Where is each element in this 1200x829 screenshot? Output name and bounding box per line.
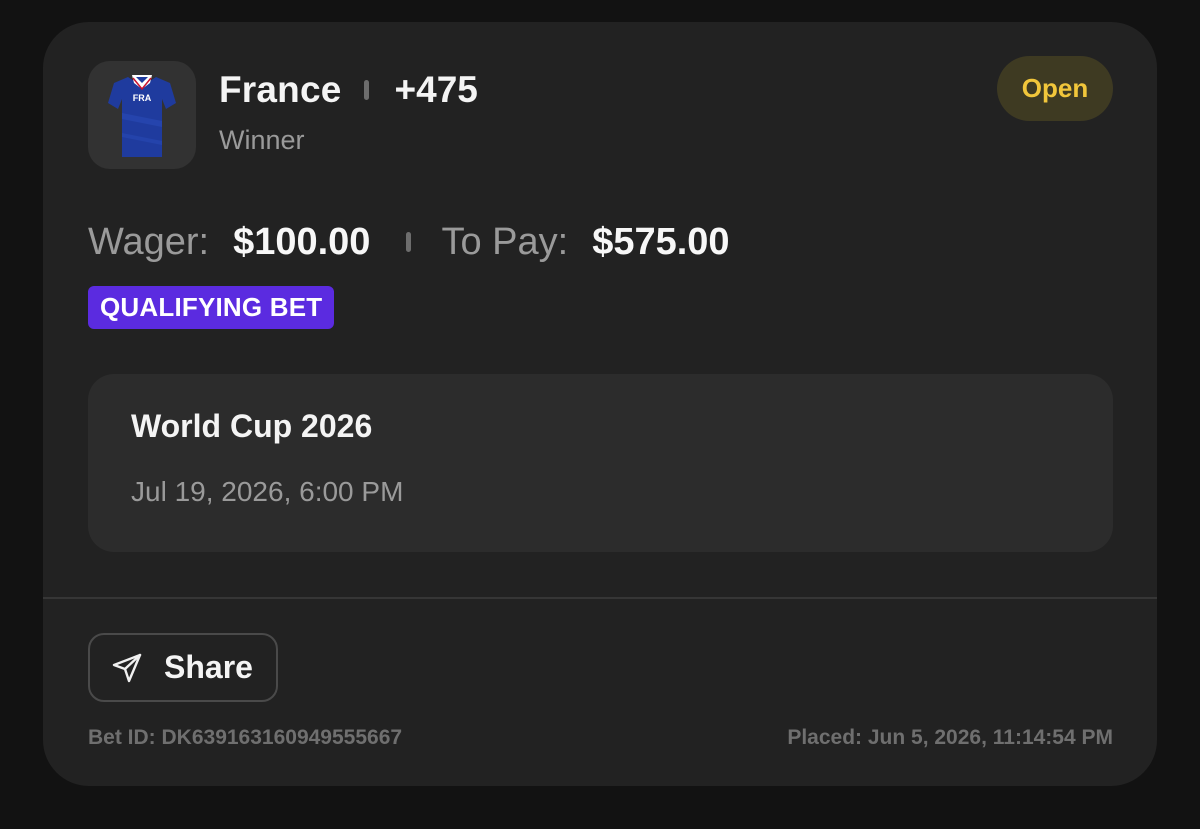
jersey-icon: FRA — [108, 75, 176, 157]
event-box[interactable]: World Cup 2026 Jul 19, 2026, 6:00 PM — [88, 374, 1113, 552]
team-jersey-tile: FRA — [88, 61, 196, 169]
event-name: World Cup 2026 — [131, 408, 373, 444]
share-label: Share — [164, 649, 253, 685]
wager-label: Wager: — [88, 220, 210, 263]
send-icon — [110, 651, 144, 685]
separator — [363, 80, 369, 100]
share-button[interactable]: Share — [88, 633, 278, 702]
market-label: Winner — [219, 125, 305, 155]
team-name: France — [219, 69, 342, 110]
amount-row: Wager: $100.00 To Pay: $575.00 — [88, 217, 730, 267]
placed-timestamp: Placed: Jun 5, 2026, 11:14:54 PM — [787, 726, 1113, 749]
status-badge: Open — [997, 56, 1113, 121]
to-pay-label: To Pay: — [441, 220, 569, 263]
event-date: Jul 19, 2026, 6:00 PM — [131, 476, 404, 507]
selection-row: France +475 — [219, 68, 478, 112]
jersey-code-text: FRA — [133, 93, 152, 103]
to-pay-value: $575.00 — [592, 220, 730, 263]
qualifying-bet-badge: QUALIFYING BET — [88, 286, 335, 329]
wager-value: $100.00 — [233, 220, 371, 263]
bet-card: FRA France +475 Winner Open Wager: $100.… — [43, 22, 1157, 786]
divider — [43, 597, 1157, 599]
bet-id: Bet ID: DK639163160949555667 — [88, 726, 403, 749]
odds: +475 — [394, 69, 478, 110]
amount-separator — [406, 232, 412, 252]
